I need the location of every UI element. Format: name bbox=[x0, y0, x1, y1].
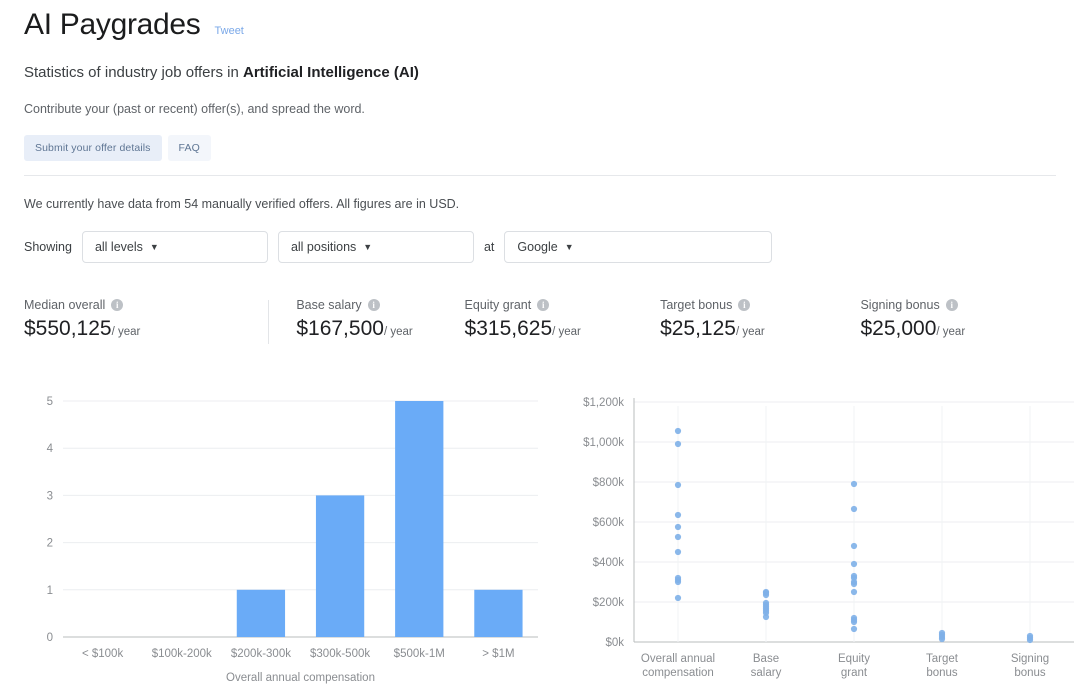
stat-label-text: Equity grant bbox=[464, 298, 532, 312]
scatter-chart-svg: $0k $200k $400k $600k $800k $1,000k $1,200k Ove… bbox=[583, 397, 1074, 679]
stat-value-amount: $550,125 bbox=[24, 317, 112, 340]
svg-text:1: 1 bbox=[47, 585, 53, 597]
stat-value-period: / year bbox=[111, 326, 141, 338]
svg-text:Overall annual: Overall annual bbox=[641, 653, 715, 665]
stat-value-period: / year bbox=[936, 326, 966, 338]
header-button-row: Submit your offer details FAQ bbox=[24, 135, 1056, 161]
svg-text:$0k: $0k bbox=[605, 637, 624, 649]
filter-row: Showing all levels ▼ all positions ▼ at … bbox=[24, 231, 773, 263]
subtitle-strong: Artificial Intelligence (AI) bbox=[243, 64, 419, 81]
svg-text:$100k-200k: $100k-200k bbox=[152, 648, 212, 660]
svg-text:grant: grant bbox=[841, 667, 868, 679]
svg-text:salary: salary bbox=[751, 667, 782, 679]
submit-offer-button[interactable]: Submit your offer details bbox=[24, 135, 162, 161]
company-select[interactable]: Google ▼ bbox=[504, 231, 773, 263]
stat-median-overall: Median overall i $550,125/ year bbox=[24, 298, 268, 341]
svg-text:$800k: $800k bbox=[593, 477, 625, 489]
stat-label-text: Base salary bbox=[296, 298, 362, 312]
stat-divider bbox=[268, 300, 270, 344]
stat-target-bonus: Target bonus i $25,125/ year bbox=[660, 298, 860, 341]
stat-value-amount: $315,625 bbox=[464, 317, 553, 340]
svg-text:$300k-500k: $300k-500k bbox=[310, 648, 370, 660]
stat-label-text: Target bonus bbox=[660, 298, 733, 312]
header: AI Paygrades Tweet bbox=[24, 0, 1056, 42]
stat-value: $167,500/ year bbox=[296, 317, 454, 341]
svg-text:2: 2 bbox=[47, 538, 53, 550]
info-icon[interactable]: i bbox=[738, 299, 751, 311]
stat-label: Median overall i bbox=[24, 298, 258, 312]
faq-button[interactable]: FAQ bbox=[167, 135, 211, 161]
svg-text:> $1M: > $1M bbox=[482, 648, 514, 660]
svg-text:bonus: bonus bbox=[1014, 667, 1046, 679]
level-select-value: all levels bbox=[94, 240, 143, 254]
svg-text:5: 5 bbox=[47, 396, 53, 408]
stat-value: $315,625/ year bbox=[465, 317, 651, 341]
svg-text:Signing: Signing bbox=[1011, 653, 1049, 665]
svg-text:Equity: Equity bbox=[838, 653, 870, 665]
position-select-value: all positions bbox=[290, 240, 357, 254]
svg-text:< $100k: < $100k bbox=[82, 648, 123, 660]
stat-value-period: / year bbox=[735, 326, 765, 338]
stat-label: Signing bonus i bbox=[860, 298, 1046, 312]
svg-text:Target: Target bbox=[926, 653, 959, 665]
company-select-value: Google bbox=[517, 240, 558, 254]
data-note: We currently have data from 54 manually … bbox=[24, 197, 460, 211]
svg-text:bonus: bonus bbox=[926, 667, 958, 679]
page-title: AI Paygrades bbox=[24, 8, 201, 41]
stat-value-amount: $25,125 bbox=[660, 317, 736, 340]
stat-base-salary: Base salary i $167,500/ year bbox=[268, 298, 464, 344]
scatter-chart[interactable]: $0k $200k $400k $600k $800k $1,000k $1,200k Ove… bbox=[562, 388, 1080, 684]
position-select[interactable]: all positions ▼ bbox=[277, 231, 474, 263]
tweet-link[interactable]: Tweet bbox=[215, 25, 244, 37]
stat-value-amount: $167,500 bbox=[296, 317, 384, 340]
svg-text:0: 0 bbox=[47, 632, 53, 644]
chevron-down-icon: ▼ bbox=[564, 241, 574, 252]
page-root: AI Paygrades Tweet Statistics of industr… bbox=[0, 0, 1080, 694]
svg-text:$500k-1M: $500k-1M bbox=[394, 648, 445, 660]
svg-text:$200k-300k: $200k-300k bbox=[231, 648, 291, 660]
info-icon[interactable]: i bbox=[111, 299, 124, 311]
subtitle-prefix: Statistics of industry job offers in bbox=[24, 64, 243, 81]
contribute-text: Contribute your (past or recent) offer(s… bbox=[24, 102, 365, 116]
stat-label-text: Median overall bbox=[24, 298, 106, 312]
stat-value: $25,125/ year bbox=[660, 317, 850, 341]
stat-value-period: / year bbox=[552, 326, 581, 338]
svg-text:$1,000k: $1,000k bbox=[583, 437, 624, 449]
svg-text:compensation: compensation bbox=[642, 667, 714, 679]
stats-row: Median overall i $550,125/ year Base sal… bbox=[24, 298, 1056, 344]
header-divider bbox=[24, 175, 1056, 176]
chevron-down-icon: ▼ bbox=[149, 241, 159, 252]
svg-text:Base: Base bbox=[753, 653, 779, 665]
stat-signing-bonus: Signing bonus i $25,000/ year bbox=[860, 298, 1056, 341]
svg-text:3: 3 bbox=[47, 490, 53, 502]
stat-label-text: Signing bonus bbox=[860, 298, 940, 312]
chevron-down-icon: ▼ bbox=[363, 241, 373, 252]
svg-text:$400k: $400k bbox=[593, 557, 625, 569]
level-select[interactable]: all levels ▼ bbox=[81, 231, 268, 263]
stat-equity-grant: Equity grant i $315,625/ year bbox=[465, 298, 661, 341]
at-label: at bbox=[483, 240, 495, 254]
bar-chart[interactable]: 0 1 2 3 4 5 < $100k $100k-200k $200k-300k $300k-5… bbox=[24, 388, 542, 684]
stat-label: Target bonus i bbox=[660, 298, 850, 312]
stat-label: Base salary i bbox=[296, 298, 454, 312]
svg-text:Overall annual compensation: Overall annual compensation bbox=[226, 672, 375, 684]
info-icon[interactable]: i bbox=[537, 299, 550, 311]
svg-text:$600k: $600k bbox=[593, 517, 625, 529]
charts-area: 0 1 2 3 4 5 < $100k $100k-200k $200k-300k $300k-5… bbox=[24, 388, 1074, 684]
svg-text:$200k: $200k bbox=[593, 597, 625, 609]
stat-value-period: / year bbox=[383, 326, 413, 338]
svg-text:$1,200k: $1,200k bbox=[583, 397, 624, 409]
svg-text:4: 4 bbox=[47, 443, 54, 455]
stat-value: $550,125/ year bbox=[24, 317, 258, 341]
showing-label: Showing bbox=[24, 240, 72, 254]
info-icon[interactable]: i bbox=[945, 299, 958, 311]
stat-value: $25,000/ year bbox=[860, 317, 1046, 341]
info-icon[interactable]: i bbox=[367, 299, 380, 311]
bar-chart-svg: 0 1 2 3 4 5 < $100k $100k-200k $200k-300k $300k-5… bbox=[47, 396, 538, 684]
stat-value-amount: $25,000 bbox=[860, 317, 937, 340]
stat-label: Equity grant i bbox=[465, 298, 651, 312]
page-subtitle: Statistics of industry job offers in Art… bbox=[24, 64, 1056, 81]
